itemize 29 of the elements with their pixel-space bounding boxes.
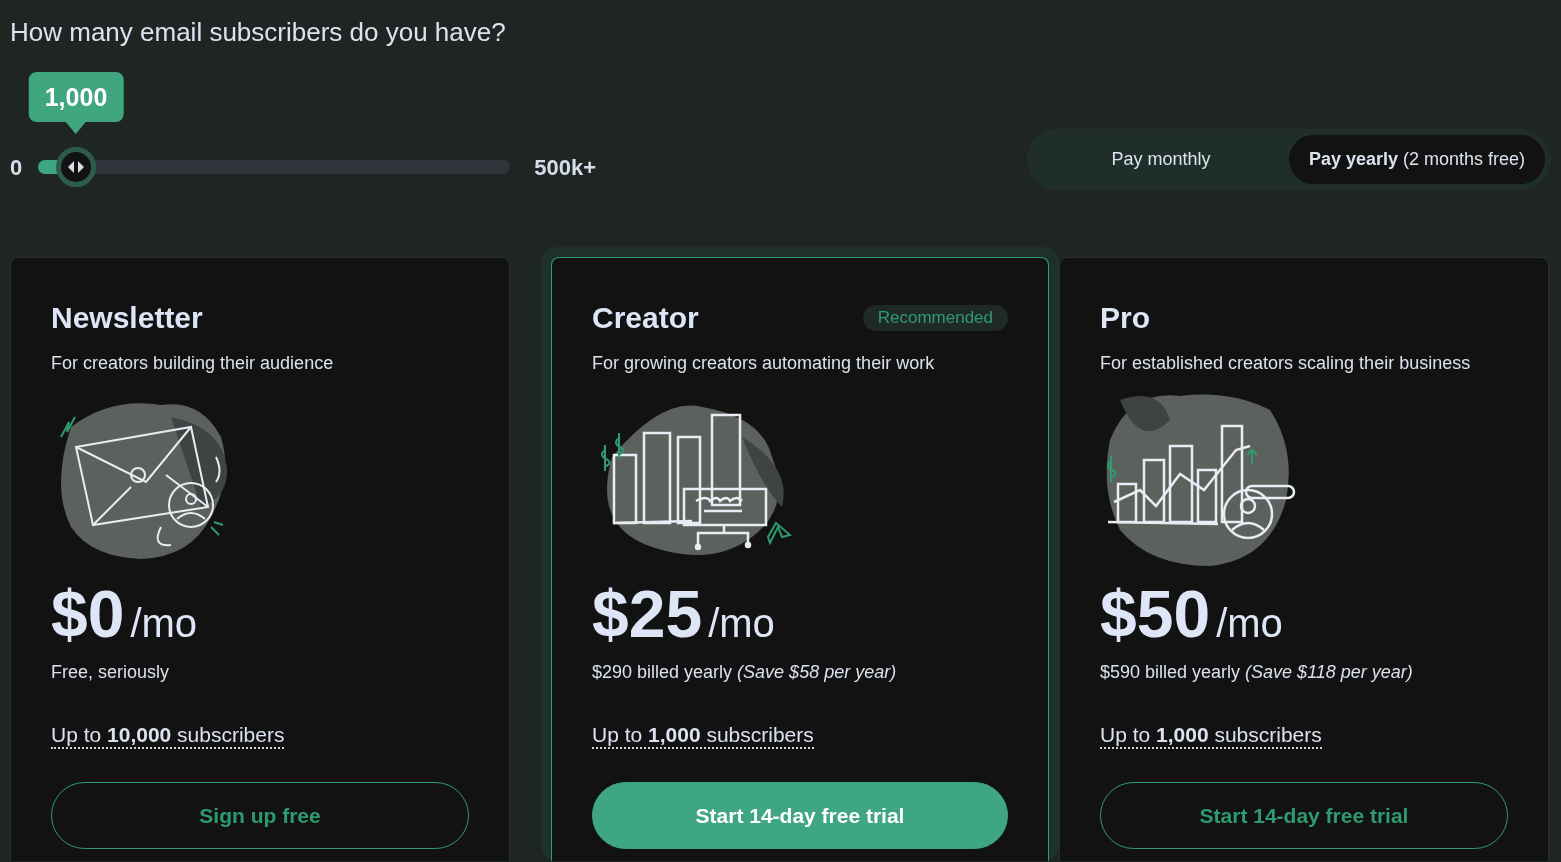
billing-option[interactable]: Pay yearly (2 months free) — [1289, 135, 1545, 184]
billing-note: $290 billed yearly (Save $58 per year) — [592, 662, 898, 683]
recommended-badge: Recommended — [862, 305, 1008, 331]
value-tooltip: 1,000 — [28, 72, 124, 134]
slider-track[interactable] — [38, 160, 511, 174]
price-amount: $25 — [592, 578, 703, 650]
tooltip-pointer — [66, 122, 86, 134]
subscriber-limit[interactable]: Up to 1,000 subscribers — [1100, 723, 1322, 749]
billing-note: Free, seriously — [51, 662, 171, 683]
slider-max-label: 500k+ — [534, 156, 597, 180]
price-period: /mo — [1216, 601, 1283, 646]
billing-option[interactable]: Pay monthly — [1033, 135, 1289, 184]
plan-name: Creator — [592, 301, 699, 335]
price-period: /mo — [708, 601, 775, 646]
plan-name: Newsletter — [51, 301, 203, 335]
slider-min-label: 0 — [10, 156, 23, 180]
subscriber-limit[interactable]: Up to 1,000 subscribers — [592, 723, 814, 749]
plan-name: Pro — [1100, 301, 1150, 335]
subscriber-limit[interactable]: Up to 10,000 subscribers — [51, 723, 285, 749]
price-amount: $0 — [51, 578, 125, 650]
question-heading: How many email subscribers do you have? — [10, 16, 507, 47]
price-amount: $50 — [1100, 578, 1211, 650]
plan-description: For established creators scaling their business — [1100, 353, 1472, 374]
plan-description: For growing creators automating their work — [592, 353, 936, 374]
price-period: /mo — [130, 601, 198, 646]
plan-description: For creators building their audience — [51, 353, 335, 374]
billing-note: $590 billed yearly (Save $118 per year) — [1100, 662, 1414, 683]
left-right-arrows-icon — [67, 161, 85, 173]
slider-thumb[interactable] — [56, 147, 96, 187]
